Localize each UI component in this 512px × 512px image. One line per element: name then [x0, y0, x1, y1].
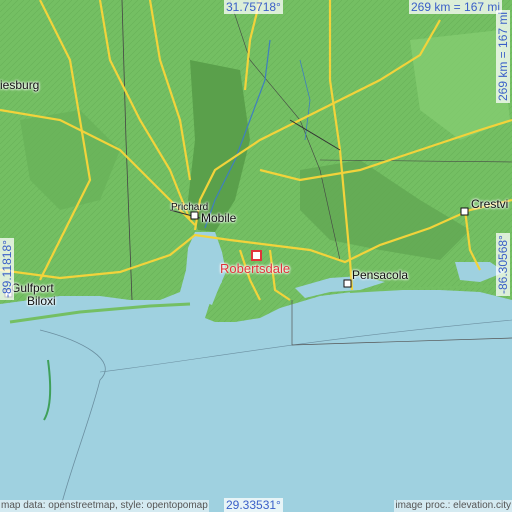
city-label-crestview: Crestvi: [471, 197, 509, 211]
scale-vertical: 269 km = 167 mi: [496, 9, 510, 103]
credit-map-data: map data: openstreetmap, style: opentopo…: [0, 500, 209, 512]
city-label-gulfport: Gulfport: [11, 281, 54, 295]
mobile-marker: [190, 211, 199, 220]
coord-left: -89.11818°: [0, 238, 14, 300]
terrain-layer: [0, 0, 512, 512]
coord-top: 31.75718°: [224, 0, 283, 14]
city-label-mobile: Mobile: [201, 211, 237, 225]
city-label-biloxi: Biloxi: [27, 294, 56, 308]
crestview-marker: [460, 207, 469, 216]
city-label-robertsdale: Robertsdale: [220, 261, 291, 276]
coord-right: -86.30568°: [496, 233, 510, 296]
map-view[interactable]: iesburg Prichard Mobile Robertsdale Gulf…: [0, 0, 512, 512]
credit-image-proc: image proc.: elevation.city: [394, 500, 512, 512]
robertsdale-marker: [251, 250, 262, 261]
city-label-pensacola: Pensacola: [352, 268, 409, 282]
coord-bottom: 29.33531°: [224, 498, 283, 512]
pensacola-marker: [343, 279, 352, 288]
city-label-hattiesburg: iesburg: [0, 78, 40, 92]
scale-horizontal: 269 km = 167 mi: [409, 0, 503, 14]
